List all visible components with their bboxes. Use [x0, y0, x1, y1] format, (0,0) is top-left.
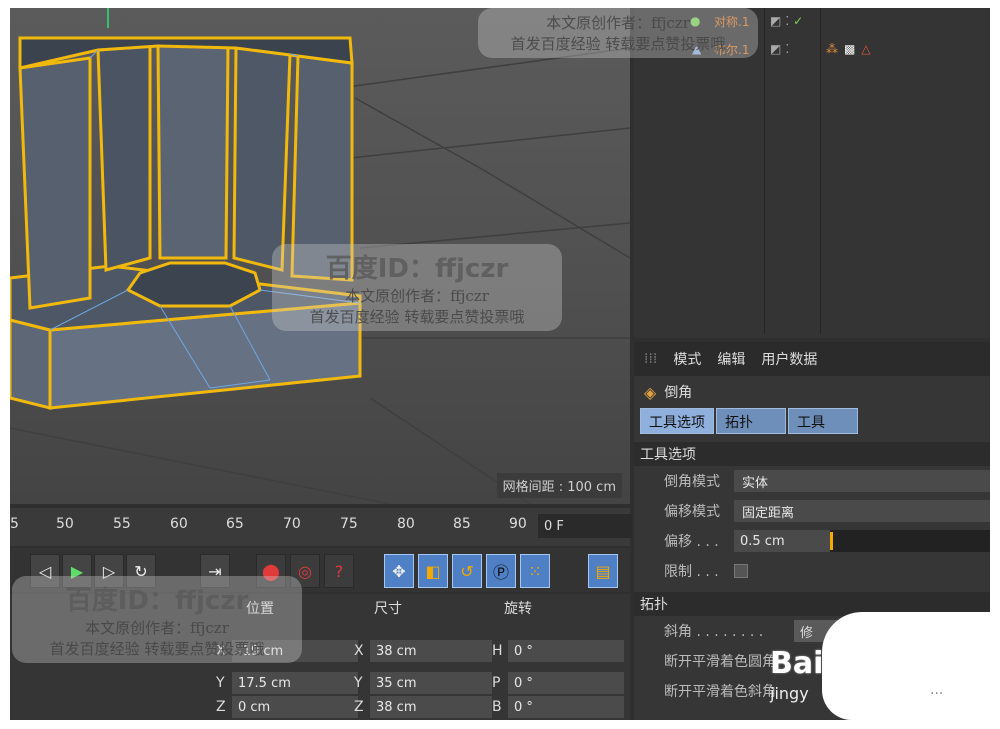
current-frame-field[interactable]: 0 F: [538, 514, 632, 538]
help-icon[interactable]: ?: [324, 554, 354, 588]
size-x-input[interactable]: 38 cm: [370, 640, 492, 662]
menu-edit[interactable]: 编辑: [717, 349, 745, 369]
play-icon[interactable]: ▶: [62, 554, 92, 588]
tool-title: ◈ 倒角: [644, 382, 693, 402]
header-size: 尺寸: [374, 601, 402, 617]
scale-tool-icon[interactable]: ◧: [418, 554, 448, 588]
attribute-menu-bar: ⁞⁞⁞ 模式 编辑 用户数据: [634, 342, 990, 376]
offset-slider[interactable]: [830, 530, 990, 552]
attribute-tabs: 工具选项 拓扑 工具: [634, 408, 990, 436]
material-dots-tag-icon[interactable]: ⁂: [826, 42, 838, 56]
next-key-icon[interactable]: ▷: [94, 554, 124, 588]
visibility-dots-icon[interactable]: ⁚: [785, 14, 789, 28]
app-window: 网格间距 : 100 cm ● 对称.1 ◩ ⁚ ✓ ▲ 布尔.1 ◩ ⁚ ⁂ …: [10, 8, 990, 720]
render-toggle-icon[interactable]: ◩: [770, 14, 781, 28]
position-y-input[interactable]: 17.5 cm: [232, 672, 358, 694]
prop-offset: 偏移 . . . 0.5 cm: [634, 526, 990, 556]
limit-checkbox[interactable]: [734, 564, 748, 578]
move-tool-icon[interactable]: ✥: [384, 554, 414, 588]
transport-bar: ◁ ▶ ▷ ↻ ⇥ ⬤ ◎ ? ✥ ◧ ↺ Ⓟ ⁙ ▤: [10, 548, 630, 592]
bevel-cube-icon: ◈: [644, 382, 657, 402]
rotation-b-input[interactable]: 0 °: [508, 696, 624, 718]
visibility-dots-icon[interactable]: ⁚: [785, 42, 789, 56]
object-row-symmetry[interactable]: ● 对称.1 ◩ ⁚ ✓: [634, 10, 984, 32]
grid-spacing-label: 网格间距 : 100 cm: [496, 473, 622, 498]
size-y-input[interactable]: 35 cm: [370, 672, 492, 694]
timeline-ruler[interactable]: 5 50 55 60 65 70 75 80 85 90: [10, 512, 530, 542]
timeline-tick-label: 55: [113, 516, 131, 532]
tab-tool[interactable]: 工具: [788, 408, 858, 434]
timeline-tick-label: 80: [397, 516, 415, 532]
brand-logo-overlay: [822, 612, 990, 720]
header-position: 位置: [246, 601, 274, 617]
auto-key-icon[interactable]: ◎: [290, 554, 320, 588]
rotation-p-input[interactable]: 0 °: [508, 672, 624, 694]
offset-mode-select[interactable]: 固定距离: [734, 500, 990, 522]
timeline-tick-label: 85: [453, 516, 471, 532]
warning-triangle-tag-icon[interactable]: △: [861, 42, 870, 56]
bevel-mode-select[interactable]: 实体: [734, 470, 990, 492]
timeline-tick-label: 90: [509, 516, 527, 532]
rotate-tool-icon[interactable]: ↺: [452, 554, 482, 588]
record-key-icon[interactable]: ⬤: [256, 554, 286, 588]
prop-bevel-mode: 倒角模式 实体: [634, 466, 990, 496]
parameter-icon[interactable]: Ⓟ: [486, 554, 516, 588]
render-toggle-icon[interactable]: ◩: [770, 42, 781, 56]
enabled-check-icon[interactable]: ✓: [793, 14, 803, 28]
boolean-object-icon: ▲: [692, 42, 702, 56]
section-tool-options: 工具选项: [634, 442, 990, 466]
grip-icon: ⁞⁞⁞: [644, 351, 658, 367]
prop-offset-mode: 偏移模式 固定距离: [634, 496, 990, 526]
viewport-scene: [10, 8, 630, 504]
timeline-tick-label: 60: [170, 516, 188, 532]
menu-user-data[interactable]: 用户数据: [761, 349, 817, 369]
3d-viewport[interactable]: 网格间距 : 100 cm: [10, 8, 630, 504]
brand-logo-subtext: jingy: [770, 684, 809, 703]
rotation-h-input[interactable]: 0 °: [508, 640, 624, 662]
timeline[interactable]: 5 50 55 60 65 70 75 80 85 90 0 F: [10, 508, 632, 546]
coord-row-z: Z 0 cm Z 38 cm B 0 °: [10, 694, 630, 720]
checker-tag-icon[interactable]: ▩: [844, 42, 855, 56]
symmetry-object-icon: ●: [690, 14, 701, 28]
points-grid-icon[interactable]: ⁙: [520, 554, 550, 588]
timeline-tick-label: 5: [10, 516, 19, 532]
prev-key-icon[interactable]: ◁: [30, 554, 60, 588]
size-z-input[interactable]: 38 cm: [370, 696, 492, 718]
more-dots: ...: [930, 682, 944, 698]
timeline-tick-label: 75: [340, 516, 358, 532]
brand-logo-text: Bai: [770, 646, 824, 681]
coord-row-x: X -19 cm X 38 cm H 0 °: [10, 638, 630, 666]
position-x-input[interactable]: -19 cm: [232, 640, 358, 662]
go-end-icon[interactable]: ⇥: [200, 554, 230, 588]
object-manager: ● 对称.1 ◩ ⁚ ✓ ▲ 布尔.1 ◩ ⁚ ⁂ ▩ △: [634, 8, 990, 338]
prop-limit: 限制 . . .: [634, 556, 990, 586]
film-strip-icon[interactable]: ▤: [588, 554, 618, 588]
menu-mode[interactable]: 模式: [673, 349, 701, 369]
position-z-input[interactable]: 0 cm: [232, 696, 358, 718]
offset-input[interactable]: 0.5 cm: [734, 530, 830, 552]
object-row-boolean[interactable]: ▲ 布尔.1 ◩ ⁚ ⁂ ▩ △: [634, 38, 984, 60]
timeline-tick-label: 70: [283, 516, 301, 532]
coordinates-manager: 位置 尺寸 旋转 X -19 cm X 38 cm H 0 ° Y 17.5 c…: [10, 594, 630, 720]
timeline-tick-label: 65: [226, 516, 244, 532]
loop-icon[interactable]: ↻: [126, 554, 156, 588]
header-rotation: 旋转: [504, 601, 532, 617]
tab-tool-options[interactable]: 工具选项: [640, 408, 714, 434]
timeline-tick-label: 50: [56, 516, 74, 532]
tab-topology[interactable]: 拓扑: [716, 408, 786, 434]
